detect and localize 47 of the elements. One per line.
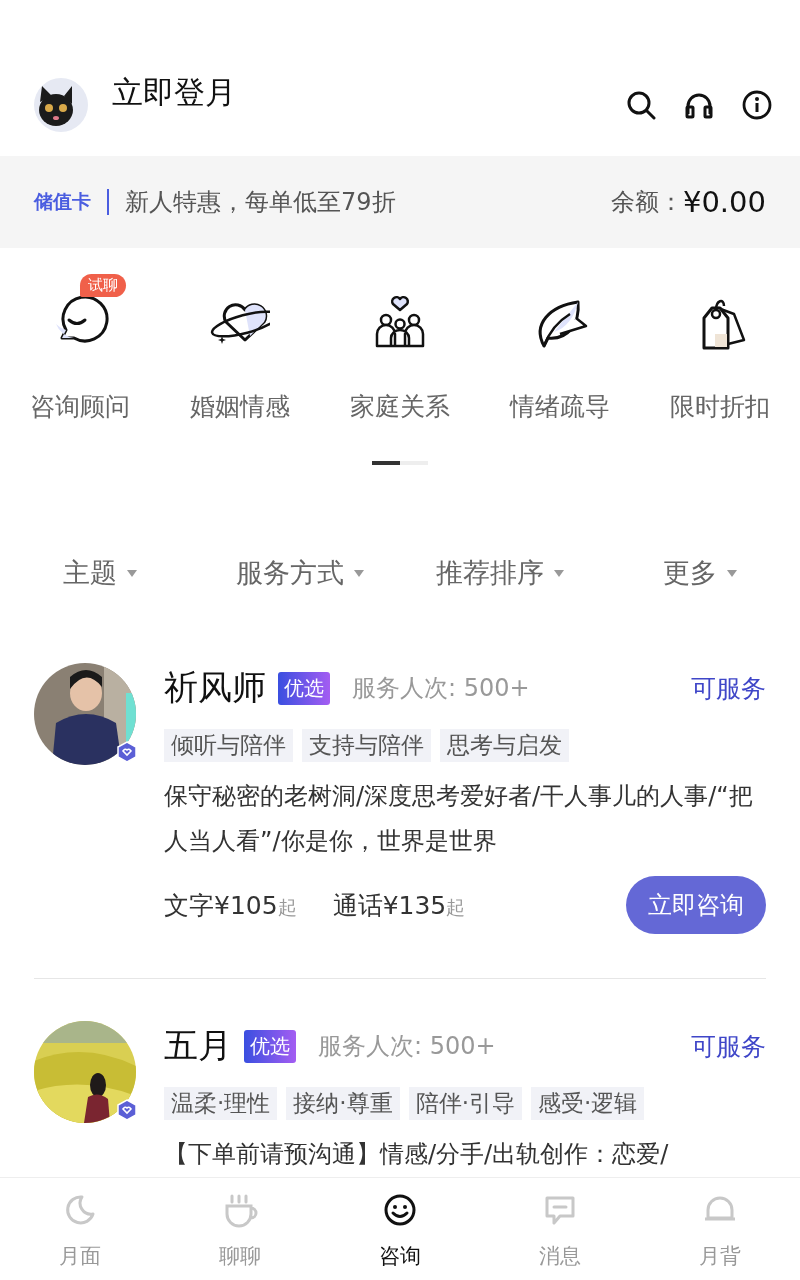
availability-status: 可服务 xyxy=(691,672,766,705)
app-title: 立即登月 xyxy=(112,73,237,112)
verified-badge-icon xyxy=(116,1099,138,1121)
promo-text[interactable]: 新人特惠，每单低至79折 xyxy=(125,185,611,218)
filter-dropdown[interactable]: 主题 xyxy=(63,555,117,591)
specialty-tag: 接纳·尊重 xyxy=(286,1087,400,1120)
filter-dropdown[interactable]: 服务方式 xyxy=(236,555,344,591)
category-item[interactable]: 婚姻情感 xyxy=(190,389,290,423)
service-count: 服务人次: 500+ xyxy=(352,673,531,705)
specialty-tag: 思考与启发 xyxy=(440,729,569,763)
price-text: 通话¥135起 xyxy=(332,889,466,922)
dropdown-caret-icon xyxy=(727,569,737,577)
price-text: 文字¥105起 xyxy=(164,889,297,922)
category-item[interactable]: 家庭关系 xyxy=(350,389,450,423)
counselor-bio: 【下单前请预沟通】情感/分手/出轨创作：恋爱/ xyxy=(164,1139,670,1170)
verified-badge-icon xyxy=(116,741,138,764)
info-icon[interactable] xyxy=(742,90,772,120)
search-icon[interactable] xyxy=(626,90,656,120)
premium-badge: 优选 xyxy=(244,1029,296,1063)
balance-value: ¥0.00 xyxy=(682,184,766,219)
dropdown-caret-icon xyxy=(554,569,564,577)
card-label[interactable]: 储值卡 xyxy=(34,188,91,215)
page-indicator xyxy=(372,460,428,465)
category-item[interactable]: 情绪疏导 xyxy=(510,389,610,423)
specialty-tag: 支持与陪伴 xyxy=(302,729,431,763)
category-item[interactable]: 限时折扣 xyxy=(670,389,770,423)
availability-status: 可服务 xyxy=(691,1030,766,1063)
specialty-tag: 倾听与陪伴 xyxy=(164,729,293,763)
dropdown-caret-icon xyxy=(354,569,364,577)
trial-badge: 试聊 xyxy=(80,273,126,297)
counselor-name: 五月 xyxy=(164,1024,232,1067)
dropdown-caret-icon xyxy=(127,569,137,577)
counselor-name: 祈风师 xyxy=(164,666,266,710)
specialty-tag: 温柔·理性 xyxy=(164,1087,278,1120)
balance-label: 余额： xyxy=(610,186,683,218)
premium-badge: 优选 xyxy=(278,671,330,705)
filter-dropdown[interactable]: 推荐排序 xyxy=(436,555,544,591)
category-item[interactable]: 咨询顾问 xyxy=(30,389,130,423)
specialty-tag: 感受·逻辑 xyxy=(530,1087,645,1120)
filter-dropdown[interactable]: 更多 xyxy=(663,555,717,591)
consult-button[interactable]: 立即咨询 xyxy=(626,876,766,935)
service-count: 服务人次: 500+ xyxy=(318,1031,497,1062)
smile-icon xyxy=(382,1192,418,1228)
counselor-bio: 保守秘密的老树洞/深度思考爱好者/干人事儿的人事/“把人当人看”/你是你，世界是世界 xyxy=(164,781,754,858)
specialty-tag: 陪伴·引导 xyxy=(408,1087,522,1120)
tab-item[interactable]: 咨询 xyxy=(320,1178,480,1280)
tab-item[interactable]: 消息 xyxy=(480,1178,640,1280)
